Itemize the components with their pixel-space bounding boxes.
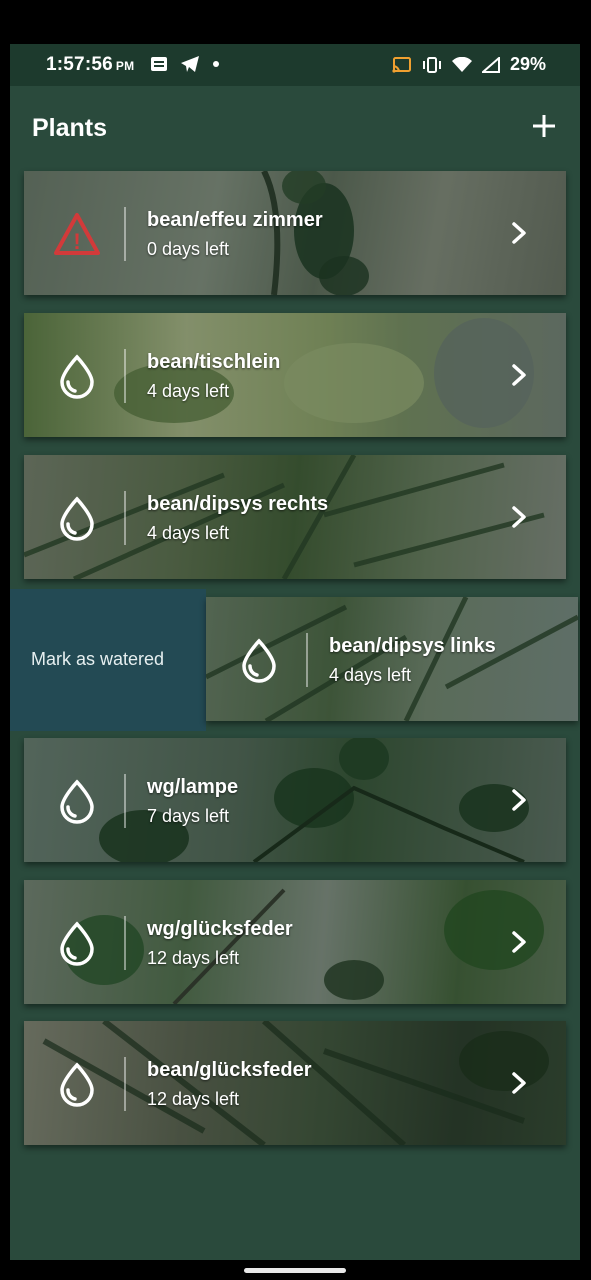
card-shade — [24, 880, 566, 1004]
days-left: 12 days left — [147, 948, 240, 968]
status-time: 1:57:56 PM — [46, 54, 134, 76]
card-shade — [24, 313, 566, 437]
card-divider — [124, 774, 126, 828]
cast-icon — [392, 56, 411, 73]
add-plant-button[interactable] — [526, 108, 562, 144]
water-drop-icon — [60, 779, 94, 824]
days-left: 12 days left — [147, 1089, 240, 1109]
telegram-icon — [181, 56, 199, 72]
card-shade — [24, 738, 566, 862]
status-system-icons: 29% — [392, 54, 546, 75]
card-divider — [124, 207, 126, 261]
plant-card[interactable]: bean/tischlein 4 days left — [24, 313, 566, 437]
card-divider — [124, 491, 126, 545]
plant-card[interactable]: bean/dipsys rechts 4 days left — [24, 455, 566, 579]
card-divider — [124, 916, 126, 970]
gesture-nav-handle[interactable] — [244, 1268, 346, 1273]
app-bar: Plants — [10, 86, 580, 168]
card-divider — [306, 633, 308, 687]
cell-signal-icon — [481, 56, 500, 73]
app-screen: 1:57:56 PM 29% Plants Mark as watered ! … — [10, 44, 580, 1260]
message-icon — [151, 57, 167, 71]
chevron-right-icon — [512, 364, 526, 386]
card-shade — [24, 1021, 566, 1145]
mark-as-watered-action[interactable]: Mark as watered — [10, 589, 206, 731]
water-drop-icon — [60, 921, 94, 966]
status-time-text: 1:57:56 — [46, 54, 113, 75]
card-shade — [24, 455, 566, 579]
water-drop-icon — [60, 1062, 94, 1107]
water-drop-icon — [242, 638, 276, 683]
chevron-right-icon — [512, 1072, 526, 1094]
water-drop-icon — [60, 354, 94, 399]
days-left: 4 days left — [147, 381, 230, 401]
plant-name: bean/glücksfeder — [147, 1059, 312, 1081]
plant-card[interactable]: bean/glücksfeder 12 days left — [24, 1021, 566, 1145]
plant-name: bean/dipsys rechts — [147, 493, 329, 515]
card-divider — [124, 1057, 126, 1111]
card-shade — [24, 171, 566, 295]
chevron-right-icon — [512, 789, 526, 811]
plant-card[interactable]: wg/glücksfeder 12 days left — [24, 880, 566, 1004]
chevron-right-icon — [512, 506, 526, 528]
days-left: 4 days left — [147, 523, 230, 543]
wifi-icon — [451, 56, 472, 72]
page-title: Plants — [32, 114, 108, 142]
vibrate-icon — [422, 56, 441, 73]
chevron-right-icon — [512, 931, 526, 953]
mark-as-watered-label: Mark as watered — [31, 649, 165, 669]
days-left: 7 days left — [147, 806, 230, 826]
card-divider — [124, 349, 126, 403]
status-ampm: PM — [115, 59, 135, 73]
plant-name: wg/lampe — [147, 776, 239, 798]
battery-percent: 29% — [509, 54, 546, 74]
svg-text:!: ! — [73, 229, 80, 254]
status-bar: 1:57:56 PM 29% — [10, 44, 580, 86]
more-notifications-dot-icon — [213, 61, 219, 67]
plant-card[interactable]: ! bean/effeu zimmer 0 days left — [24, 171, 566, 295]
status-notification-icons — [150, 55, 220, 73]
plus-icon — [533, 115, 555, 137]
chevron-right-icon — [512, 222, 526, 244]
plant-name: wg/glücksfeder — [147, 918, 293, 940]
days-left: 4 days left — [329, 665, 412, 685]
water-drop-icon — [60, 496, 94, 541]
warning-icon: ! — [54, 213, 100, 255]
plant-name: bean/dipsys links — [329, 635, 496, 657]
days-left: 0 days left — [147, 239, 230, 259]
plant-name: bean/effeu zimmer — [147, 209, 323, 231]
plant-card[interactable]: wg/lampe 7 days left — [24, 738, 566, 862]
plant-name: bean/tischlein — [147, 351, 281, 373]
plant-card-swiped[interactable]: bean/dipsys links 4 days left — [206, 597, 578, 721]
